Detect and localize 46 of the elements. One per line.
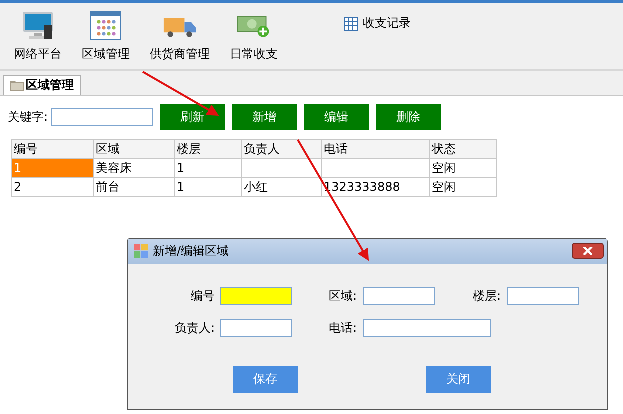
tab[interactable]: 区域管理 xyxy=(3,75,81,95)
field-label: 编号 xyxy=(190,288,216,304)
grid-icon xyxy=(344,16,358,30)
toolbar-button[interactable]: 区域管理 xyxy=(76,3,136,63)
column-header: 负责人 xyxy=(242,140,322,158)
app-icon xyxy=(134,244,149,259)
column-header: 状态 xyxy=(430,140,496,158)
dialog-title: 新增/编辑区域 xyxy=(153,243,230,260)
folder-icon xyxy=(10,80,24,91)
column-header: 电话 xyxy=(322,140,430,158)
field-label: 区域: xyxy=(328,288,358,304)
action-button[interactable]: 新增 xyxy=(232,104,298,130)
field-label: 电话: xyxy=(328,320,358,336)
toolbar-button[interactable]: 日常收支 xyxy=(224,3,284,63)
table-cell: 1 xyxy=(174,158,242,178)
table-cell: 前台 xyxy=(94,178,174,196)
column-header: 楼层 xyxy=(174,140,242,158)
column-header: 区域 xyxy=(94,140,174,158)
input-field[interactable] xyxy=(363,287,435,305)
table-cell: 美容床 xyxy=(94,158,174,178)
toolbar-button[interactable]: 网络平台 xyxy=(8,3,68,63)
table-cell: 小红 xyxy=(242,178,322,196)
action-button[interactable]: 删除 xyxy=(376,104,442,130)
input-field[interactable] xyxy=(507,287,579,305)
records-link-text: 收支记录 xyxy=(363,15,411,32)
keyword-field[interactable] xyxy=(51,108,154,126)
table-cell: 空闲 xyxy=(430,158,496,178)
table-cell: 1 xyxy=(12,158,94,178)
calendar-icon xyxy=(89,11,123,41)
table-cell: 空闲 xyxy=(430,178,496,196)
action-button[interactable]: 编辑 xyxy=(304,104,370,130)
table-cell: 2 xyxy=(12,178,94,196)
field-label: 楼层: xyxy=(472,288,502,304)
field-label: 负责人: xyxy=(174,320,216,336)
records-link[interactable]: 收支记录 xyxy=(344,15,411,32)
monitor-icon xyxy=(21,11,55,41)
close-icon xyxy=(583,247,593,255)
input-field[interactable] xyxy=(220,287,292,305)
column-header: 编号 xyxy=(12,140,94,158)
close-button[interactable] xyxy=(572,243,604,259)
input-field[interactable] xyxy=(363,319,491,337)
table-cell: 1 xyxy=(174,178,242,196)
action-button[interactable]: 刷新 xyxy=(160,104,226,130)
toolbar-button[interactable]: 供货商管理 xyxy=(144,3,216,63)
input-field[interactable] xyxy=(220,319,292,337)
keyword-label: 关键字: xyxy=(8,108,48,126)
